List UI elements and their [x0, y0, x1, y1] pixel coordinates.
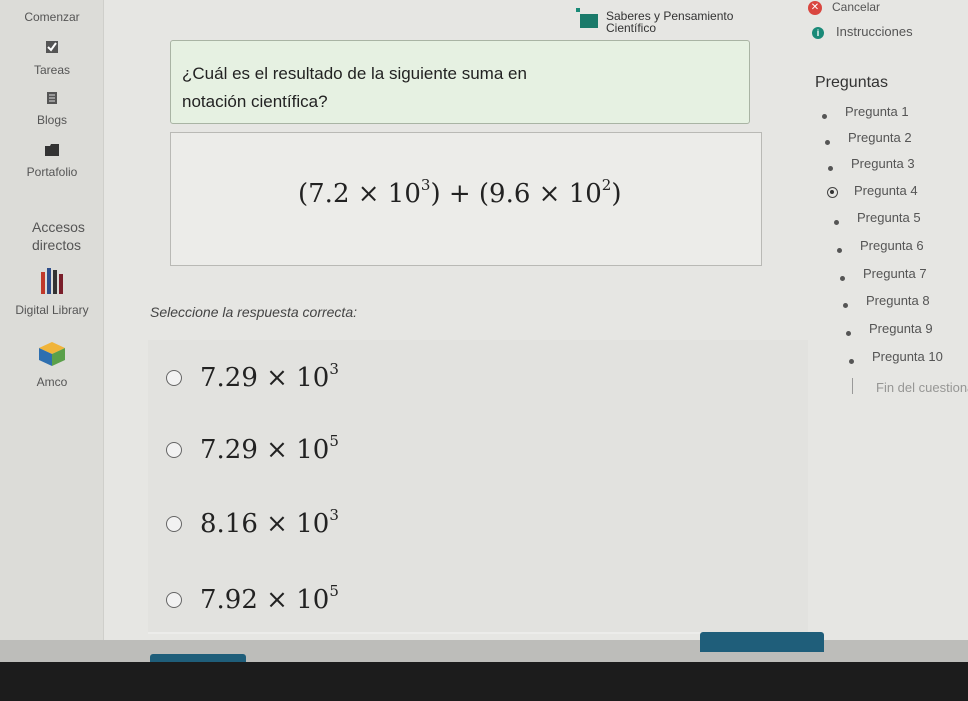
expression: (7.2 × 103) + (9.6 × 102) — [298, 176, 622, 209]
question-status-dot — [822, 114, 827, 119]
sidebar-item-accesos[interactable]: Accesos directos — [0, 218, 104, 254]
checkbox-icon — [0, 40, 104, 57]
instructions-label: Instrucciones — [836, 24, 913, 39]
nav-end-marker — [852, 378, 853, 394]
question-text: ¿Cuál es el resultado de la siguiente su… — [182, 64, 527, 111]
nav-question-3[interactable]: Pregunta 3 — [851, 156, 915, 171]
cube-icon — [0, 342, 104, 369]
nav-question-8[interactable]: Pregunta 8 — [866, 293, 930, 308]
nav-question-2[interactable]: Pregunta 2 — [848, 130, 912, 145]
sidebar-item-label: Blogs — [36, 113, 68, 127]
sidebar-item-label: Digital Library — [15, 303, 89, 317]
option-text: 7.29 × 103 — [200, 360, 339, 393]
current-question-marker-icon — [827, 187, 838, 198]
cancel-button[interactable]: ✕ Cancelar — [808, 0, 880, 15]
cancel-label: Cancelar — [832, 0, 881, 14]
radio-button[interactable] — [166, 592, 182, 608]
sidebar-item-label: Portafolio — [26, 165, 78, 179]
nav-question-10[interactable]: Pregunta 10 — [872, 349, 943, 364]
screen-bottom-bezel — [0, 662, 968, 701]
option-text: 7.29 × 105 — [200, 432, 339, 465]
nav-question-5[interactable]: Pregunta 5 — [857, 210, 921, 225]
question-status-dot — [846, 331, 851, 336]
question-status-dot — [834, 220, 839, 225]
books-icon — [0, 268, 104, 297]
nav-question-7[interactable]: Pregunta 7 — [863, 266, 927, 281]
question-status-dot — [849, 359, 854, 364]
sidebar-item-label: Comenzar — [24, 10, 80, 24]
sidebar-item-label: Accesos directos — [32, 219, 85, 253]
question-status-dot — [843, 303, 848, 308]
question-status-dot — [837, 248, 842, 253]
answer-option-3[interactable]: 8.16 × 103 — [148, 484, 808, 560]
sidebar-item-amco[interactable]: Amco — [0, 342, 104, 389]
subject-title: Saberes y Pensamiento Científico — [606, 9, 734, 35]
question-status-dot — [825, 140, 830, 145]
answer-option-2[interactable]: 7.29 × 105 — [148, 410, 808, 486]
sidebar-item-label: Tareas — [33, 63, 71, 77]
nav-end-label[interactable]: Fin del cuestionario — [876, 380, 968, 395]
select-prompt: Seleccione la respuesta correcta: — [150, 304, 357, 320]
radio-button[interactable] — [166, 516, 182, 532]
sidebar-item-blogs[interactable]: Blogs — [0, 92, 104, 127]
subject-icon — [576, 8, 598, 35]
radio-button[interactable] — [166, 370, 182, 386]
notebook-icon — [0, 92, 104, 107]
folder-icon — [0, 144, 104, 159]
close-icon: ✕ — [808, 0, 822, 15]
sidebar-item-label: Amco — [36, 375, 68, 389]
sidebar: Comenzar Tareas Blogs Portafolio Accesos… — [0, 0, 104, 701]
question-status-dot — [828, 166, 833, 171]
nav-question-9[interactable]: Pregunta 9 — [869, 321, 933, 336]
sidebar-item-digital-library[interactable]: Digital Library — [0, 268, 104, 317]
sidebar-item-tareas[interactable]: Tareas — [0, 40, 104, 77]
radio-button[interactable] — [166, 442, 182, 458]
sidebar-item-comenzar[interactable]: Comenzar — [0, 10, 104, 24]
nav-question-6[interactable]: Pregunta 6 — [860, 238, 924, 253]
question-status-dot — [840, 276, 845, 281]
option-text: 7.92 × 105 — [200, 582, 339, 615]
option-text: 8.16 × 103 — [200, 506, 339, 539]
answer-option-4[interactable]: 7.92 × 105 — [148, 556, 808, 634]
instructions-button[interactable]: i Instrucciones — [812, 24, 913, 39]
info-icon: i — [812, 26, 824, 39]
nav-question-4[interactable]: Pregunta 4 — [854, 183, 918, 198]
questions-nav-title: Preguntas — [815, 74, 888, 91]
answer-option-1[interactable]: 7.29 × 103 — [148, 340, 808, 416]
nav-question-1[interactable]: Pregunta 1 — [845, 104, 909, 119]
next-button[interactable] — [700, 632, 824, 652]
sidebar-item-portafolio[interactable]: Portafolio — [0, 144, 104, 179]
